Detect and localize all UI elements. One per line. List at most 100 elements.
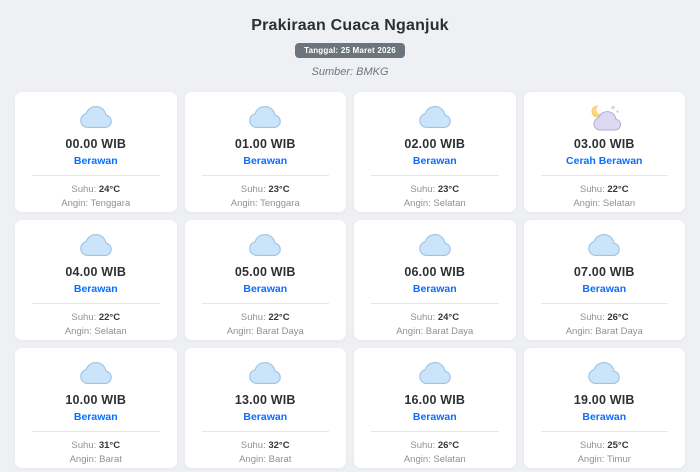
weather-icon-wrap: [530, 233, 680, 257]
forecast-card: 10.00 WIB Berawan Suhu: 31°C Angin: Bara…: [14, 347, 178, 469]
forecast-card: 16.00 WIB Berawan Suhu: 26°C Angin: Sela…: [353, 347, 517, 469]
time-label: 01.00 WIB: [234, 137, 296, 151]
condition-label: Berawan: [243, 283, 288, 295]
wind-row: Angin: Selatan: [360, 453, 510, 467]
temperature-value: 23°C: [268, 184, 290, 195]
wind-value: Selatan: [433, 198, 466, 210]
cloud-icon: [79, 105, 112, 129]
temperature-row: Suhu: 24°C: [360, 311, 510, 325]
wind-row: Angin: Tenggara: [191, 197, 341, 211]
forecast-card: 13.00 WIB Berawan Suhu: 32°C Angin: Bara…: [183, 347, 347, 469]
wind-row: Angin: Selatan: [21, 325, 171, 339]
temperature-value: 22°C: [98, 312, 121, 323]
temperature-value: 25°C: [607, 440, 629, 451]
cloud-icon: [588, 361, 621, 385]
date-badge: Tanggal: 25 Maret 2026: [295, 43, 405, 58]
weather-icon-wrap: [191, 361, 341, 385]
temperature-value: 24°C: [437, 312, 460, 323]
temperature-row: Suhu: 24°C: [21, 183, 171, 197]
wind-value: Barat: [268, 454, 292, 466]
temperature-label: Suhu:: [71, 184, 97, 195]
condition-label: Berawan: [582, 283, 627, 295]
temperature-label: Suhu:: [579, 312, 605, 323]
wind-label: Angin:: [230, 198, 258, 210]
temperature-label: Suhu:: [579, 440, 605, 451]
weather-icon-wrap: [360, 105, 510, 129]
weather-icon-wrap: [21, 361, 171, 385]
wind-label: Angin:: [239, 454, 267, 466]
wind-row: Angin: Barat: [191, 453, 341, 467]
wind-label: Angin:: [577, 454, 605, 466]
condition-label: Berawan: [412, 283, 457, 295]
temperature-value: 22°C: [268, 312, 290, 323]
temperature-label: Suhu:: [71, 440, 97, 451]
temperature-row: Suhu: 26°C: [360, 439, 510, 453]
time-label: 19.00 WIB: [573, 393, 635, 407]
forecast-card: 02.00 WIB Berawan Suhu: 23°C Angin: Sela…: [353, 91, 517, 213]
cloud-icon: [418, 233, 451, 257]
wind-value: Barat Daya: [425, 326, 474, 338]
forecast-card: 00.00 WIB Berawan Suhu: 24°C Angin: Teng…: [14, 91, 178, 213]
wind-value: Tenggara: [260, 198, 300, 210]
cloud-icon: [249, 361, 282, 385]
temperature-row: Suhu: 25°C: [530, 439, 680, 453]
card-divider: [201, 303, 329, 304]
card-divider: [32, 431, 160, 432]
wind-label: Angin:: [403, 454, 431, 466]
cloud-icon: [79, 233, 112, 257]
cloud-icon: [418, 361, 451, 385]
temperature-row: Suhu: 32°C: [191, 439, 341, 453]
forecast-grid: 00.00 WIB Berawan Suhu: 24°C Angin: Teng…: [0, 91, 700, 469]
card-divider: [32, 303, 160, 304]
condition-label: Berawan: [73, 283, 118, 295]
temperature-label: Suhu:: [71, 312, 97, 323]
condition-label: Berawan: [412, 411, 457, 423]
temperature-row: Suhu: 22°C: [530, 183, 680, 197]
wind-row: Angin: Tenggara: [21, 197, 171, 211]
wind-value: Tenggara: [90, 198, 131, 210]
temperature-label: Suhu:: [410, 440, 436, 451]
temperature-value: 26°C: [437, 440, 460, 451]
condition-label: Berawan: [243, 155, 288, 167]
wind-label: Angin:: [573, 198, 601, 210]
page-title: Prakiraan Cuaca Nganjuk: [251, 17, 449, 34]
cloud-icon: [249, 105, 282, 129]
temperature-row: Suhu: 31°C: [21, 439, 171, 453]
card-divider: [540, 175, 668, 176]
wind-row: Angin: Selatan: [360, 197, 510, 211]
temperature-value: 26°C: [607, 312, 629, 323]
cloud-icon: [588, 233, 621, 257]
source-label: Sumber: BMKG: [311, 66, 389, 78]
wind-label: Angin:: [61, 198, 89, 210]
weather-icon-wrap: [191, 233, 341, 257]
wind-value: Barat: [99, 454, 122, 466]
temperature-label: Suhu:: [240, 312, 266, 323]
time-label: 13.00 WIB: [234, 393, 296, 407]
wind-row: Angin: Barat: [21, 453, 171, 467]
card-divider: [371, 431, 499, 432]
weather-icon-wrap: [360, 361, 510, 385]
weather-icon-wrap: [191, 105, 341, 129]
cloud-icon: [418, 105, 451, 129]
wind-row: Angin: Barat Daya: [360, 325, 510, 339]
temperature-label: Suhu:: [579, 184, 605, 195]
card-divider: [201, 431, 329, 432]
forecast-card: 03.00 WIB Cerah Berawan Suhu: 22°C Angin…: [522, 91, 686, 213]
time-label: 02.00 WIB: [404, 137, 466, 151]
time-label: 05.00 WIB: [234, 265, 296, 279]
wind-value: Barat Daya: [595, 326, 643, 338]
weather-icon-wrap: [530, 361, 680, 385]
wind-row: Angin: Selatan: [530, 197, 680, 211]
forecast-card: 06.00 WIB Berawan Suhu: 24°C Angin: Bara…: [353, 219, 517, 341]
forecast-card: 01.00 WIB Berawan Suhu: 23°C Angin: Teng…: [183, 91, 347, 213]
temperature-value: 23°C: [437, 184, 460, 195]
time-label: 00.00 WIB: [65, 137, 127, 151]
forecast-card: 04.00 WIB Berawan Suhu: 22°C Angin: Sela…: [14, 219, 178, 341]
temperature-label: Suhu:: [240, 184, 266, 195]
temperature-value: 31°C: [98, 440, 121, 451]
page-header: Prakiraan Cuaca Nganjuk Tanggal: 25 Mare…: [0, 0, 700, 78]
condition-label: Berawan: [582, 411, 627, 423]
condition-label: Berawan: [412, 155, 457, 167]
wind-label: Angin:: [69, 454, 97, 466]
temperature-row: Suhu: 22°C: [191, 311, 341, 325]
